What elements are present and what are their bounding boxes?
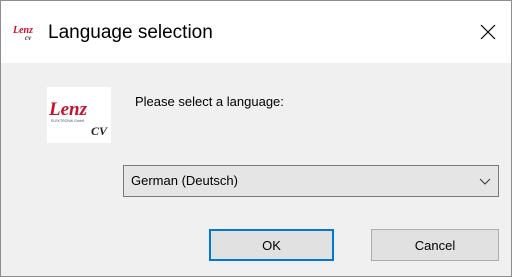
language-prompt-label: Please select a language: [135, 94, 284, 109]
cancel-button[interactable]: Cancel [371, 229, 499, 261]
app-logo-icon: Lenz cv [12, 23, 39, 42]
window-title: Language selection [48, 22, 213, 43]
chevron-down-icon [479, 178, 491, 185]
ok-button[interactable]: OK [209, 229, 334, 261]
app-logo-subtext: cv [25, 34, 32, 41]
title-bar: Lenz cv Language selection [1, 1, 511, 63]
logo-cv-text: CV [91, 124, 108, 138]
close-button[interactable] [465, 1, 511, 63]
lenz-cv-logo: Lenz ELEKTRONIK GmbH CV [47, 87, 111, 143]
logo-tagline-text: ELEKTRONIK GmbH [51, 119, 85, 123]
language-selection-dialog: Lenz cv Language selection Lenz ELEKTRON… [0, 0, 512, 277]
language-dropdown-value: German (Deutsch) [131, 173, 238, 188]
close-icon [480, 24, 496, 40]
language-dropdown[interactable]: German (Deutsch) [123, 165, 499, 197]
logo-brand-text: Lenz [48, 99, 88, 120]
